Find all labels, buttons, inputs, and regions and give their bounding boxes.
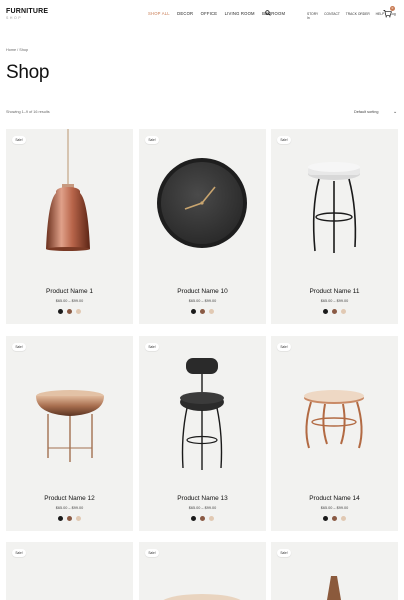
- sale-badge: Sale!: [12, 136, 26, 144]
- pendant-lamp-image: [46, 129, 90, 251]
- swatch-brown[interactable]: [200, 309, 205, 314]
- round-stool-image: [36, 390, 104, 462]
- product-name[interactable]: Product Name 10: [139, 288, 266, 295]
- brand-sub: SHOP: [6, 16, 23, 20]
- swatch-brown[interactable]: [67, 516, 72, 521]
- swatch-black[interactable]: [323, 309, 328, 314]
- product-card[interactable]: Sale! Product Name 14 $65.00 – $99.00: [271, 336, 398, 531]
- product-card[interactable]: Sale! Product Name 1 $65.00 – $99.00: [6, 129, 133, 324]
- product-price: $65.00 – $99.00: [188, 299, 217, 303]
- color-swatches: [139, 516, 266, 521]
- product-card[interactable]: Sale! Product Name 13 $65.00 – $99.00: [139, 336, 266, 531]
- sale-badge: Sale!: [145, 549, 159, 557]
- sale-badge: Sale!: [145, 136, 159, 144]
- swatch-black[interactable]: [323, 516, 328, 521]
- chevron-down-icon: ⌄: [393, 109, 398, 115]
- page-title: Shop: [6, 62, 50, 83]
- site-header: FURNITURE SHOP SHOP ALL DECOR OFFICE LIV…: [0, 0, 404, 28]
- product-price: $65.00 – $99.00: [320, 299, 349, 303]
- nav-living-room[interactable]: LIVING ROOM: [225, 11, 255, 16]
- bar-stool-image: [308, 162, 360, 253]
- color-swatches: [6, 309, 133, 314]
- product-card[interactable]: Sale!: [139, 542, 266, 600]
- swatch-beige[interactable]: [341, 309, 346, 314]
- product-card[interactable]: Sale! Product Name 12 $65.00 – $99.00: [6, 336, 133, 531]
- swatch-beige[interactable]: [76, 309, 81, 314]
- swatch-black[interactable]: [191, 516, 196, 521]
- color-swatches: [271, 516, 398, 521]
- product-price: $65.00 – $99.00: [55, 506, 84, 510]
- swatch-black[interactable]: [58, 516, 63, 521]
- brand-logo[interactable]: FURNITURE SHOP: [6, 8, 48, 21]
- brand-name: FURNITURE: [6, 8, 49, 15]
- swatch-brown[interactable]: [332, 309, 337, 314]
- cart-count-badge: 0: [390, 6, 395, 11]
- product-price: $65.00 – $99.00: [320, 506, 349, 510]
- sale-badge: Sale!: [12, 549, 26, 557]
- sale-badge: Sale!: [277, 343, 291, 351]
- swatch-black[interactable]: [58, 309, 63, 314]
- swatch-brown[interactable]: [332, 516, 337, 521]
- swatch-beige[interactable]: [209, 309, 214, 314]
- product-name[interactable]: Product Name 11: [271, 288, 398, 295]
- swatch-beige[interactable]: [209, 516, 214, 521]
- swatch-beige[interactable]: [76, 516, 81, 521]
- result-count: Showing 1–9 of 16 results: [6, 110, 50, 114]
- nav-decor[interactable]: DECOR: [177, 11, 193, 16]
- swatch-brown[interactable]: [200, 516, 205, 521]
- product-price: $65.00 – $99.00: [55, 299, 84, 303]
- product-name[interactable]: Product Name 14: [271, 495, 398, 502]
- color-swatches: [6, 516, 133, 521]
- nav-contact[interactable]: CONTACT: [324, 12, 340, 16]
- wall-clock-image: [157, 158, 247, 248]
- sale-badge: Sale!: [277, 549, 291, 557]
- product-card[interactable]: Sale! Product Name 10 $65.00 – $99.00: [139, 129, 266, 324]
- sale-badge: Sale!: [277, 136, 291, 144]
- swatch-brown[interactable]: [67, 309, 72, 314]
- sort-label: Default sorting: [354, 110, 379, 114]
- product-name[interactable]: Product Name 1: [6, 288, 133, 295]
- breadcrumb[interactable]: Home / Shop: [6, 48, 28, 52]
- product-price: $65.00 – $99.00: [188, 506, 217, 510]
- nav-shop-all[interactable]: SHOP ALL: [148, 11, 170, 16]
- swatch-beige[interactable]: [341, 516, 346, 521]
- sort-select[interactable]: Default sorting ⌄: [354, 109, 397, 115]
- side-table-image: [304, 390, 364, 449]
- search-icon[interactable]: [265, 10, 271, 16]
- sale-badge: Sale!: [145, 343, 159, 351]
- backrest-stool-image: [180, 358, 224, 470]
- nav-office[interactable]: OFFICE: [201, 11, 218, 16]
- product-name[interactable]: Product Name 13: [139, 495, 266, 502]
- swatch-black[interactable]: [191, 309, 196, 314]
- color-swatches: [271, 309, 398, 314]
- product-card[interactable]: Sale! Product Name 11 $65.00 – $99.00: [271, 129, 398, 324]
- sale-badge: Sale!: [12, 343, 26, 351]
- product-card[interactable]: Sale!: [6, 542, 133, 600]
- product-name[interactable]: Product Name 12: [6, 495, 133, 502]
- nav-track-order[interactable]: TRACK ORDER: [346, 12, 370, 16]
- product-card[interactable]: Sale!: [271, 542, 398, 600]
- color-swatches: [139, 309, 266, 314]
